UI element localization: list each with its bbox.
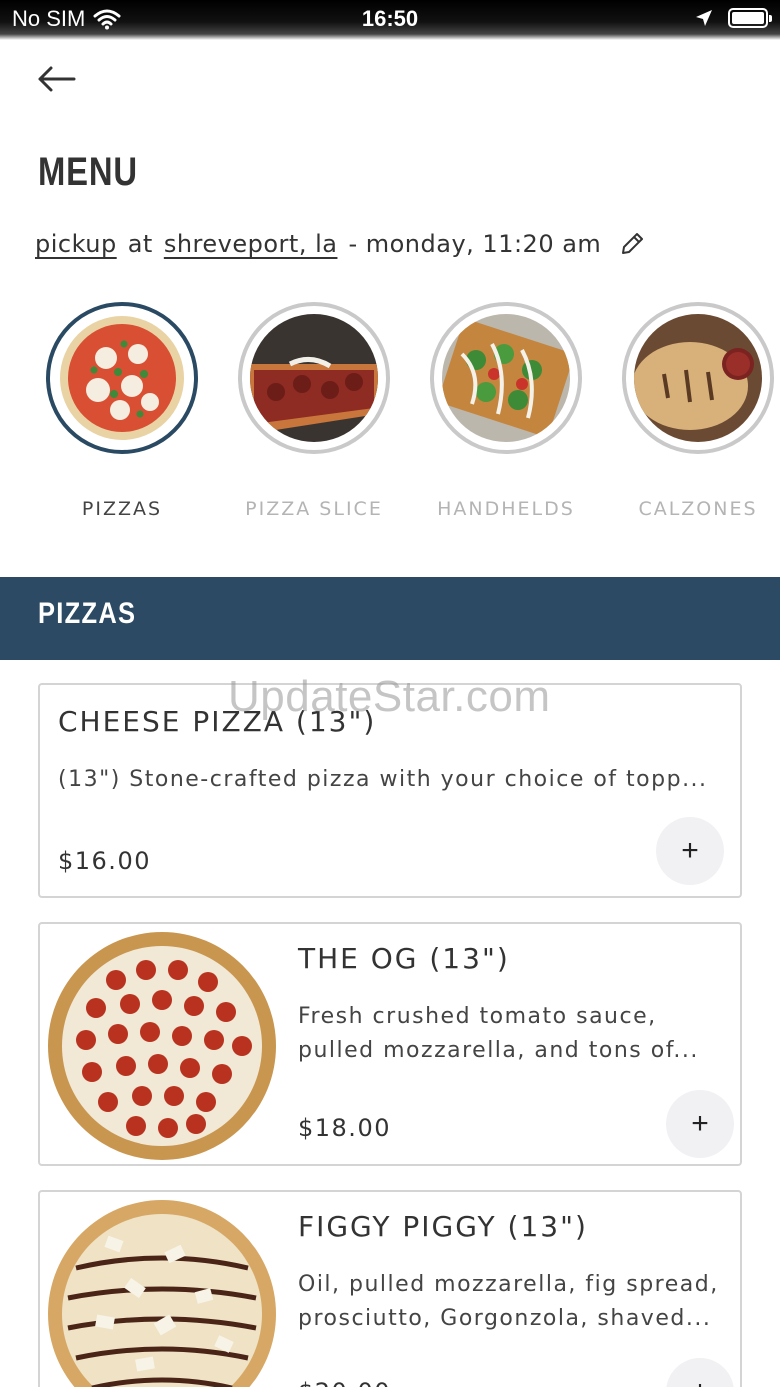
category-handhelds[interactable]: HANDHELDS: [410, 302, 602, 520]
pencil-icon[interactable]: [619, 231, 645, 257]
item-image: [46, 930, 278, 1162]
menu-item-card[interactable]: THE OG (13") Fresh crushed tomato sauce,…: [38, 922, 742, 1166]
item-price: $16.00: [58, 847, 151, 875]
item-description-line-2: prosciutto, Gorgonzola, shaved...: [298, 1306, 712, 1331]
section-header: PIZZAS: [0, 577, 780, 660]
add-to-cart-button[interactable]: +: [666, 1358, 734, 1387]
category-calzones-image: [622, 302, 774, 454]
category-pizza-slice[interactable]: PIZZA SLICE: [218, 302, 410, 520]
item-description: (13") Stone-crafted pizza with your choi…: [58, 767, 708, 792]
category-label: CALZONES: [638, 498, 758, 520]
item-price: $18.00: [298, 1114, 391, 1142]
order-at-label: at: [127, 230, 153, 258]
category-label: PIZZAS: [81, 498, 163, 520]
category-label: PIZZA SLICE: [245, 498, 383, 520]
battery-icon: [728, 8, 772, 28]
item-name: FIGGY PIGGY (13"): [298, 1210, 588, 1243]
order-summary: pickup at shreveport, la - monday, 11:20…: [35, 230, 645, 258]
category-pizzas-image: [46, 302, 198, 454]
item-name: THE OG (13"): [298, 942, 510, 975]
watermark: UpdateStar.com: [228, 672, 551, 721]
location-arrow-icon: [696, 10, 712, 26]
order-location-link[interactable]: shreveport, la: [164, 230, 338, 258]
order-mode-link[interactable]: pickup: [35, 230, 117, 258]
back-arrow-icon[interactable]: [34, 60, 80, 98]
category-handhelds-image: [430, 302, 582, 454]
category-pizzas[interactable]: PIZZAS: [26, 302, 218, 520]
status-time: 16:50: [361, 6, 419, 31]
add-to-cart-button[interactable]: +: [656, 817, 724, 885]
item-description-line-2: pulled mozzarella, and tons of...: [298, 1038, 699, 1063]
item-description-line-1: Fresh crushed tomato sauce,: [298, 1004, 657, 1029]
item-price: $20.00: [298, 1378, 391, 1387]
add-to-cart-button[interactable]: +: [666, 1090, 734, 1158]
page-title: MENU: [38, 150, 138, 194]
category-calzones[interactable]: CALZONES: [602, 302, 780, 520]
status-bar: No SIM 16:50: [0, 0, 780, 40]
item-description-line-1: Oil, pulled mozzarella, fig spread,: [298, 1272, 719, 1297]
order-datetime: - monday, 11:20 am: [348, 230, 602, 258]
menu-item-card[interactable]: FIGGY PIGGY (13") Oil, pulled mozzarella…: [38, 1190, 742, 1387]
section-title: PIZZAS: [38, 597, 137, 630]
item-image: [46, 1198, 278, 1387]
category-label: HANDHELDS: [437, 498, 575, 520]
category-pizza-slice-image: [238, 302, 390, 454]
category-carousel: PIZZAS PIZZA SLICE HANDHELDS CALZONES: [0, 302, 780, 542]
